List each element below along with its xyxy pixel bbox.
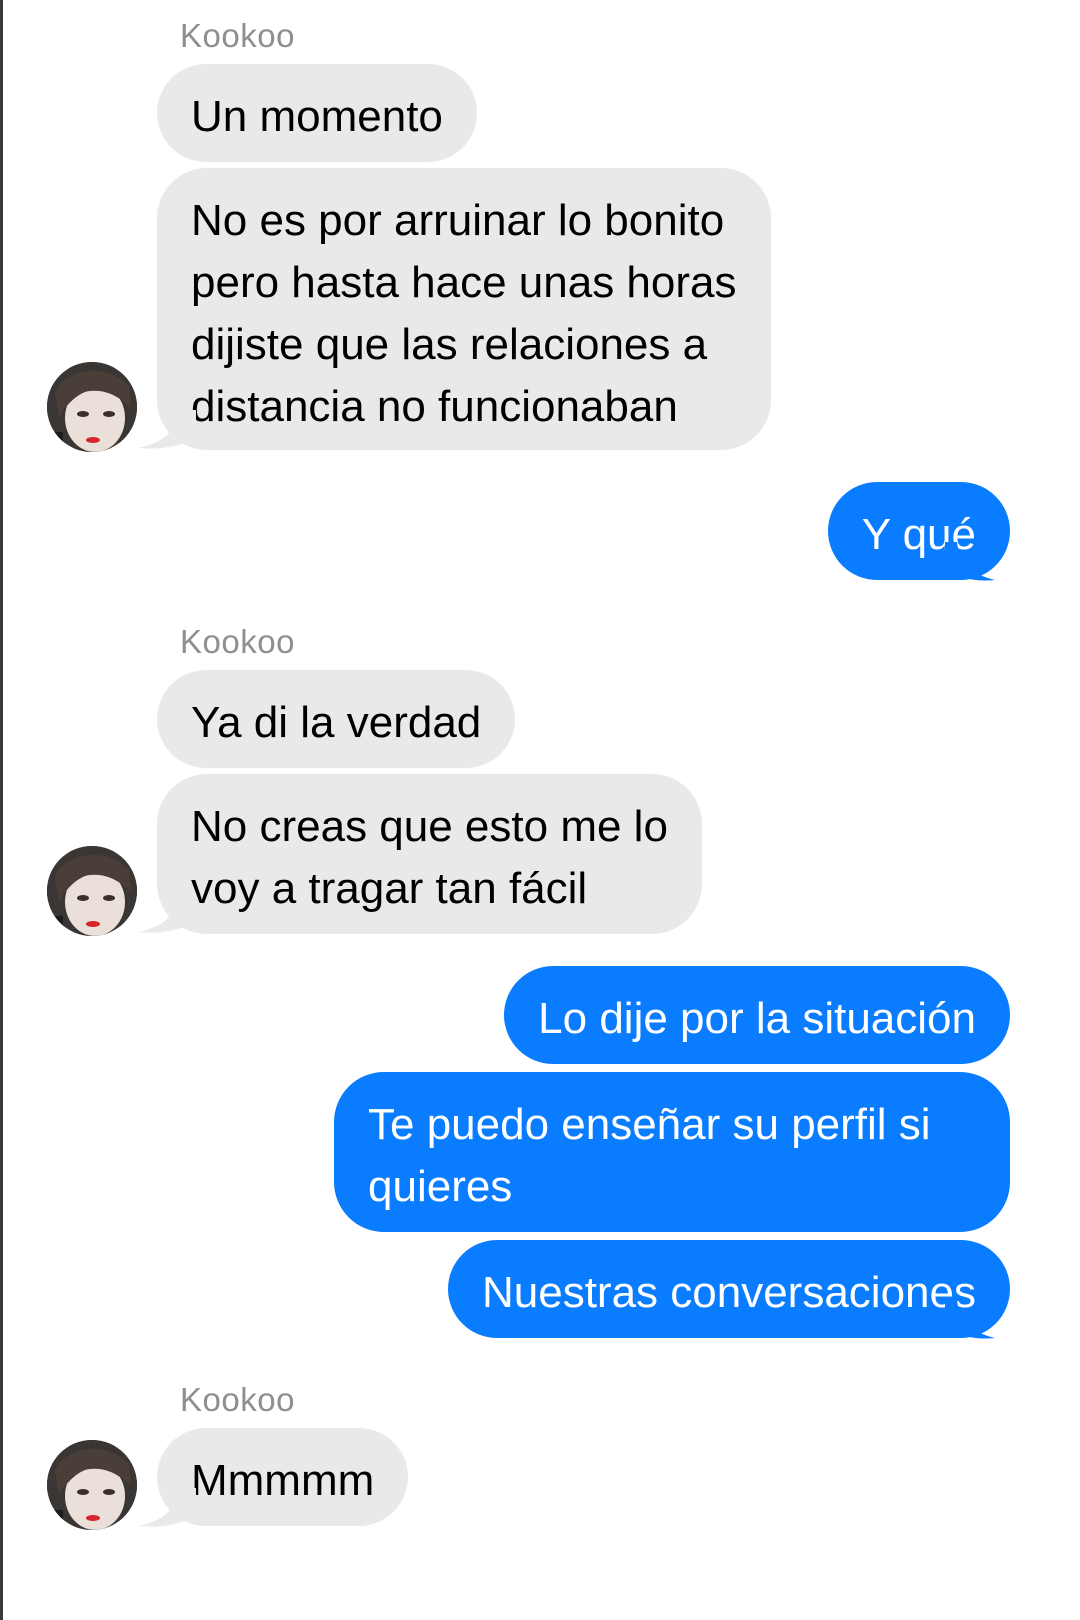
message-bubble-outgoing[interactable]: Te puedo enseñar su perfil si quieres: [334, 1072, 1010, 1232]
contact-avatar[interactable]: [47, 1440, 137, 1530]
sender-name: Kookoo: [180, 1381, 295, 1418]
message-bubble-incoming[interactable]: Ya di la verdad: [157, 670, 516, 768]
avatar-photo-icon: [47, 846, 137, 936]
bubble-tail-incoming: [138, 894, 196, 933]
window-edge: [0, 0, 3, 1620]
contact-avatar[interactable]: [47, 846, 137, 936]
message-bubble-outgoing[interactable]: Nuestras conversaciones: [447, 1240, 1010, 1338]
avatar-photo-icon: [47, 362, 137, 452]
avatar-photo-icon: [47, 1440, 137, 1530]
message-bubble-outgoing[interactable]: Lo dije por la situación: [504, 966, 1010, 1064]
bubble-tail-outgoing: [945, 1300, 995, 1339]
message-bubble-incoming[interactable]: Un momento: [157, 64, 477, 162]
sender-name: Kookoo: [180, 17, 295, 54]
contact-avatar[interactable]: [47, 362, 137, 452]
message-bubble-incoming[interactable]: No creas que esto me lo voy a tragar tan…: [157, 774, 702, 934]
message-bubble-incoming[interactable]: No es por arruinar lo bonito pero hasta …: [157, 168, 771, 450]
sender-name: Kookoo: [180, 623, 295, 660]
bubble-tail-outgoing: [945, 542, 995, 581]
bubble-tail-incoming: [138, 1488, 196, 1527]
bubble-tail-incoming: [138, 410, 196, 449]
